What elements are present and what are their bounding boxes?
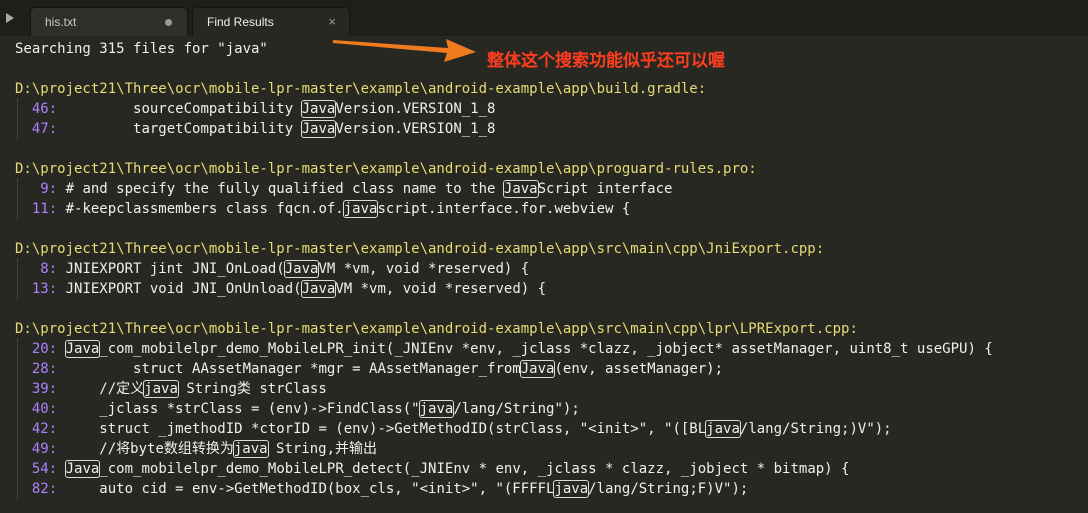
play-triangle-icon[interactable] bbox=[6, 13, 14, 23]
line-text: String类 strClass bbox=[177, 381, 327, 397]
line-text bbox=[57, 461, 65, 477]
result-line[interactable]: 42: struct _jmethodID *ctorID = (env)->G… bbox=[15, 419, 892, 439]
result-line[interactable]: 8: JNIEXPORT jint JNI_OnLoad(JavaVM *vm,… bbox=[15, 259, 529, 279]
line-number: 8: bbox=[15, 261, 58, 277]
result-file-path[interactable]: D:\project21\Three\ocr\mobile-lpr-master… bbox=[15, 239, 824, 259]
match-highlight: java bbox=[143, 380, 179, 398]
match-highlight: Java bbox=[64, 460, 101, 478]
line-text: struct AAssetManager *mgr = AAssetManage… bbox=[57, 361, 521, 377]
line-text: /lang/String;F)V"); bbox=[588, 481, 749, 497]
line-number: 47: bbox=[15, 121, 58, 137]
result-line[interactable]: 39: //定义java String类 strClass bbox=[15, 379, 327, 399]
result-line[interactable]: 47: targetCompatibility JavaVersion.VERS… bbox=[15, 119, 495, 139]
modified-dot-icon[interactable] bbox=[165, 19, 172, 26]
result-file-path[interactable]: D:\project21\Three\ocr\mobile-lpr-master… bbox=[15, 319, 858, 339]
line-text: /lang/String;)V"); bbox=[739, 421, 892, 437]
result-line[interactable]: 40: _jclass *strClass = (env)->FindClass… bbox=[15, 399, 580, 419]
line-text: auto cid = env->GetMethodID(box_cls, "<i… bbox=[57, 481, 555, 497]
result-line[interactable]: 54: Java_com_mobilelpr_demo_MobileLPR_de… bbox=[15, 459, 849, 479]
result-line[interactable]: 20: Java_com_mobilelpr_demo_MobileLPR_in… bbox=[15, 339, 993, 359]
line-text: #-keepclassmembers class fqcn.of. bbox=[57, 201, 344, 217]
match-highlight: Java bbox=[519, 360, 556, 378]
result-line[interactable]: 49: //将byte数组转换为java String,并输出 bbox=[15, 439, 377, 459]
result-line[interactable]: 82: auto cid = env->GetMethodID(box_cls,… bbox=[15, 479, 748, 499]
tab-label: his.txt bbox=[45, 15, 77, 29]
line-text: JNIEXPORT void JNI_OnUnload( bbox=[57, 281, 302, 297]
line-number: 28: bbox=[15, 361, 58, 377]
line-text: script.interface.for.webview { bbox=[377, 201, 631, 217]
find-results-editor[interactable]: Searching 315 files for "java" D:\projec… bbox=[0, 36, 1088, 513]
result-file-path[interactable]: D:\project21\Three\ocr\mobile-lpr-master… bbox=[15, 159, 757, 179]
annotation-text: 整体这个搜索功能似乎还可以喔 bbox=[487, 51, 725, 71]
result-line[interactable]: 13: JNIEXPORT void JNI_OnUnload(JavaVM *… bbox=[15, 279, 546, 299]
line-text: JNIEXPORT jint JNI_OnLoad( bbox=[57, 261, 285, 277]
indent-guide bbox=[17, 339, 18, 499]
line-number: 20: bbox=[15, 341, 58, 357]
result-line[interactable]: 46: sourceCompatibility JavaVersion.VERS… bbox=[15, 99, 495, 119]
tab-label: Find Results bbox=[207, 15, 274, 29]
line-text: _com_mobilelpr_demo_MobileLPR_detect(_JN… bbox=[99, 461, 850, 477]
line-text: (env, assetManager); bbox=[554, 361, 724, 377]
line-number: 13: bbox=[15, 281, 58, 297]
result-file-path[interactable]: D:\project21\Three\ocr\mobile-lpr-master… bbox=[15, 79, 706, 99]
line-text bbox=[57, 341, 65, 357]
match-highlight: java bbox=[418, 400, 455, 418]
arrow-icon bbox=[333, 39, 476, 62]
match-highlight: Java bbox=[283, 260, 320, 278]
line-text: Script interface bbox=[537, 181, 673, 197]
indent-guide bbox=[17, 99, 18, 139]
tab-find-results[interactable]: Find Results × bbox=[192, 7, 350, 36]
match-highlight: Java bbox=[300, 100, 337, 118]
line-number: 11: bbox=[15, 201, 58, 217]
line-text: # and specify the fully qualified class … bbox=[57, 181, 504, 197]
line-text: String,并输出 bbox=[267, 441, 378, 457]
line-text: Version.VERSION_1_8 bbox=[335, 121, 496, 137]
line-text: targetCompatibility bbox=[57, 121, 302, 137]
tab-bar: his.txt Find Results × bbox=[0, 0, 1088, 36]
line-number: 40: bbox=[15, 401, 58, 417]
match-highlight: Java bbox=[300, 280, 337, 298]
indent-guide bbox=[17, 259, 18, 299]
line-text: Version.VERSION_1_8 bbox=[335, 101, 496, 117]
line-number: 42: bbox=[15, 421, 58, 437]
match-highlight: java bbox=[342, 200, 379, 218]
line-number: 82: bbox=[15, 481, 58, 497]
line-text: //将byte数组转换为 bbox=[57, 441, 234, 457]
match-highlight: Java bbox=[64, 340, 101, 358]
line-text: //定义 bbox=[57, 381, 145, 397]
line-text: sourceCompatibility bbox=[57, 101, 302, 117]
line-text: struct _jmethodID *ctorID = (env)->GetMe… bbox=[57, 421, 707, 437]
result-line[interactable]: 28: struct AAssetManager *mgr = AAssetMa… bbox=[15, 359, 723, 379]
line-number: 49: bbox=[15, 441, 58, 457]
line-number: 46: bbox=[15, 101, 58, 117]
result-line[interactable]: 9: # and specify the fully qualified cla… bbox=[15, 179, 672, 199]
match-highlight: java bbox=[553, 480, 590, 498]
line-text: _jclass *strClass = (env)->FindClass(" bbox=[57, 401, 420, 417]
tab-his-txt[interactable]: his.txt bbox=[30, 7, 188, 36]
line-number: 9: bbox=[15, 181, 58, 197]
match-highlight: java bbox=[705, 420, 741, 438]
indent-guide bbox=[17, 179, 18, 219]
search-summary: Searching 315 files for "java" bbox=[15, 41, 268, 57]
line-number: 54: bbox=[15, 461, 58, 477]
match-highlight: java bbox=[232, 440, 269, 458]
match-highlight: Java bbox=[502, 180, 539, 198]
match-highlight: Java bbox=[300, 120, 337, 138]
line-text: _com_mobilelpr_demo_MobileLPR_init(_JNIE… bbox=[99, 341, 993, 357]
line-text: VM *vm, void *reserved) { bbox=[318, 261, 530, 277]
result-line[interactable]: 11: #-keepclassmembers class fqcn.of.jav… bbox=[15, 199, 630, 219]
line-number: 39: bbox=[15, 381, 58, 397]
line-text: VM *vm, void *reserved) { bbox=[335, 281, 547, 297]
line-text: /lang/String"); bbox=[453, 401, 580, 417]
